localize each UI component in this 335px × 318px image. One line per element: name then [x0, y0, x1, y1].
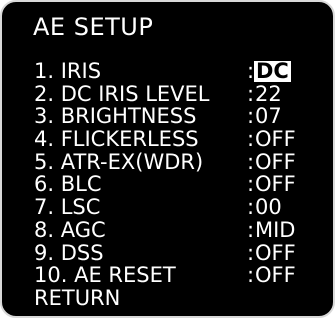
menu-item-dss[interactable]: 9. DSS : OFF: [2, 240, 333, 265]
item-label: 3. BRIGHTNESS: [34, 104, 197, 129]
separator: :: [247, 127, 255, 152]
menu-item-return[interactable]: RETURN: [2, 287, 333, 310]
item-label: 5. ATR-EX(WDR): [34, 149, 204, 174]
separator: :: [247, 149, 255, 174]
menu-item-iris[interactable]: 1. IRIS : DC: [2, 60, 333, 83]
item-value[interactable]: MID: [255, 219, 295, 242]
item-value[interactable]: OFF: [255, 264, 296, 287]
settings-list: 1. IRIS : DC 2. DC IRIS LEVEL : 22 3. BR…: [2, 60, 333, 310]
item-label: 1. IRIS: [34, 59, 102, 83]
separator: :: [247, 172, 255, 197]
item-value[interactable]: OFF: [255, 173, 296, 196]
item-label: 2. DC IRIS LEVEL: [34, 81, 210, 106]
item-label: 7. LSC: [34, 195, 101, 220]
menu-item-atr-ex-wdr[interactable]: 5. ATR-EX(WDR) : OFF: [2, 151, 333, 174]
item-label: 4. FLICKERLESS: [34, 127, 199, 152]
separator: :: [247, 263, 255, 288]
separator: :: [247, 104, 255, 129]
return-label: RETURN: [34, 285, 121, 310]
item-value[interactable]: OFF: [255, 128, 296, 151]
item-value[interactable]: 22: [255, 82, 282, 106]
menu-item-ae-reset[interactable]: 10. AE RESET : OFF: [2, 264, 333, 287]
menu-item-lsc[interactable]: 7. LSC : 00: [2, 196, 333, 219]
menu-item-agc[interactable]: 8. AGC : MID: [2, 219, 333, 242]
menu-item-blc[interactable]: 6. BLC : OFF: [2, 173, 333, 196]
separator: :: [247, 217, 255, 242]
menu-item-brightness[interactable]: 3. BRIGHTNESS : 07: [2, 105, 333, 128]
separator: :: [247, 81, 255, 106]
item-value[interactable]: 00: [255, 196, 282, 219]
item-value-selected[interactable]: DC: [254, 61, 291, 82]
item-label: 9. DSS: [34, 240, 104, 265]
menu-title: AE SETUP: [33, 13, 154, 41]
menu-item-dc-iris-level[interactable]: 2. DC IRIS LEVEL : 22: [2, 81, 333, 106]
menu-item-flickerless[interactable]: 4. FLICKERLESS : OFF: [2, 128, 333, 151]
separator: :: [247, 240, 255, 265]
item-value[interactable]: 07: [255, 105, 282, 128]
item-label: 6. BLC: [34, 172, 102, 197]
item-value[interactable]: OFF: [255, 151, 296, 174]
osd-menu-panel: AE SETUP 1. IRIS : DC 2. DC IRIS LEVEL :…: [0, 0, 335, 318]
item-label: 8. AGC: [34, 217, 106, 242]
separator: :: [247, 195, 255, 220]
item-label: 10. AE RESET: [34, 263, 176, 288]
item-value[interactable]: OFF: [255, 241, 296, 265]
